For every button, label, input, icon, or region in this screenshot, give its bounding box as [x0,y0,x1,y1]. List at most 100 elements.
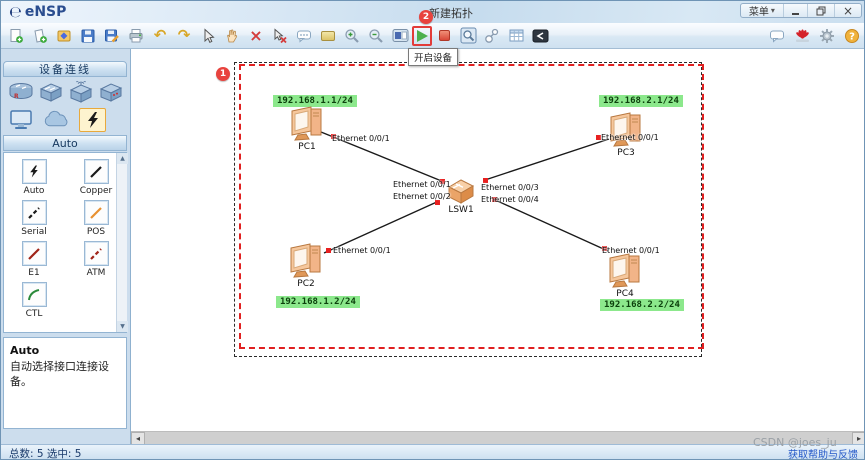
wlan-category-button[interactable] [68,80,95,104]
topology-canvas[interactable]: 1 192.168.1.1/24 192.168.2.1/24 192.168.… [131,49,864,431]
connection-description-panel: Auto 自动选择接口连接设备。 [3,337,127,429]
router-category-button[interactable]: R [7,80,34,104]
select-tool-button[interactable] [198,26,218,46]
svg-text:R: R [14,93,19,100]
print-button[interactable] [126,26,146,46]
device-category-row-2 [5,108,127,132]
topology-nodes-icon [485,28,499,43]
packet-capture-button[interactable] [458,26,478,46]
node-label: PC4 [616,289,634,299]
comment-bubble-icon [297,30,311,43]
connection-list-scrollbar[interactable]: ▲ ▼ [116,153,128,332]
zoom-out-button[interactable] [366,26,386,46]
delete-x-icon: × [249,25,263,45]
save-button[interactable] [78,26,98,46]
scroll-up-icon[interactable]: ▲ [117,153,128,164]
start-devices-button[interactable] [412,25,432,46]
e1-line-icon [28,247,40,260]
huawei-logo-icon [795,28,809,42]
description-title: Auto [10,344,40,357]
connection-type-auto[interactable]: Auto [12,159,56,196]
settings-button[interactable] [817,26,837,46]
pc-icon [609,253,640,288]
new-exam-button[interactable] [30,26,50,46]
zoom-out-icon [369,28,383,43]
restore-icon [816,6,826,15]
terminal-category-button[interactable] [7,108,34,132]
open-button[interactable] [54,26,74,46]
restore-button[interactable] [808,4,835,17]
zoom-in-button[interactable] [342,26,362,46]
device-category-row-1: R [5,80,127,104]
connection-type-atm[interactable]: ATM [74,241,118,278]
connection-type-copper[interactable]: Copper [74,159,118,196]
port-label-pc4: Ethernet 0/0/1 [602,246,660,255]
scroll-down-icon[interactable]: ▼ [117,321,128,332]
connection-type-e1[interactable]: E1 [12,241,56,278]
minimize-button[interactable] [784,4,808,17]
pc-icon [291,106,322,141]
selection-count: 总数: 5 选中: 5 [9,447,82,460]
port-label-pc1: Ethernet 0/0/1 [332,134,390,143]
port-label-lsw1-2: Ethernet 0/0/2 [393,192,451,201]
huawei-logo-button[interactable] [792,26,812,46]
ip-label-pc3[interactable]: 192.168.2.1/24 [599,95,683,107]
ensp-window: ℮ eNSP 新建拓扑 菜单 ▾ × ↶ ↷ × ? 2 开启设备 设备连线 R… [0,0,865,460]
status-bar: 总数: 5 选中: 5 获取帮助与反馈 [1,444,864,460]
undo-button[interactable]: ↶ [150,26,170,46]
node-label: LSW1 [448,205,474,215]
note-button[interactable] [294,26,314,46]
pan-tool-button[interactable] [222,26,242,46]
node-pc1[interactable]: PC1 [277,105,337,152]
sidebar-panel-title: 设备连线 [3,61,127,77]
close-button[interactable]: × [835,4,861,17]
window-controls: 菜单 ▾ × [739,3,862,18]
feedback-button[interactable] [767,26,787,46]
cloud-icon [44,110,68,127]
palette-button[interactable] [390,26,410,46]
new-exam-icon [34,28,47,43]
redo-button[interactable]: ↷ [174,26,194,46]
connection-type-list: Auto Copper Serial POS E1 ATM CTL [3,152,127,333]
topology-links [320,131,610,254]
node-pc2[interactable]: PC2 [276,242,336,289]
main-toolbar: ↶ ↷ × ? [1,23,864,49]
ip-label-pc2[interactable]: 192.168.1.2/24 [276,296,360,308]
menu-button[interactable]: 菜单 ▾ [741,4,784,17]
ctl-line-icon [28,288,40,300]
copper-line-icon [90,165,102,178]
topology-view-button[interactable] [482,26,502,46]
cloud-category-button[interactable] [43,108,70,132]
help-icon: ? [845,28,859,43]
lightning-bolt-icon [87,112,98,128]
new-topology-button[interactable] [6,26,26,46]
connection-type-pos[interactable]: POS [74,200,118,237]
grid-icon [509,29,523,42]
port-label-pc3: Ethernet 0/0/1 [601,133,659,142]
delete-button[interactable]: × [246,26,266,46]
save-as-button[interactable] [102,26,122,46]
help-button[interactable]: ? [842,26,862,46]
switch-category-button[interactable] [37,80,64,104]
device-sidebar: 设备连线 R Auto Auto Copper Serial POS E1 AT… [1,49,131,444]
connection-category-button[interactable] [79,108,106,132]
textbox-button[interactable] [318,26,338,46]
play-icon [416,29,428,42]
chevron-down-icon: ▾ [770,6,775,15]
stop-devices-button[interactable] [434,26,454,46]
node-label: PC2 [297,279,315,289]
router-icon: R [9,83,32,100]
grid-button[interactable] [506,26,526,46]
console-button[interactable] [530,26,550,46]
svg-text:?: ? [849,31,855,42]
textbox-icon [321,30,335,41]
delete-link-button[interactable] [270,26,290,46]
switch-category-icon [39,83,63,102]
connection-type-serial[interactable]: Serial [12,200,56,237]
firewall-category-button[interactable] [98,80,125,104]
ip-label-pc4[interactable]: 192.168.2.2/24 [600,299,684,311]
node-pc4[interactable]: PC4 [595,252,655,299]
serial-line-icon [28,206,40,219]
connection-type-ctl[interactable]: CTL [12,282,56,319]
redo-icon: ↷ [177,26,191,44]
